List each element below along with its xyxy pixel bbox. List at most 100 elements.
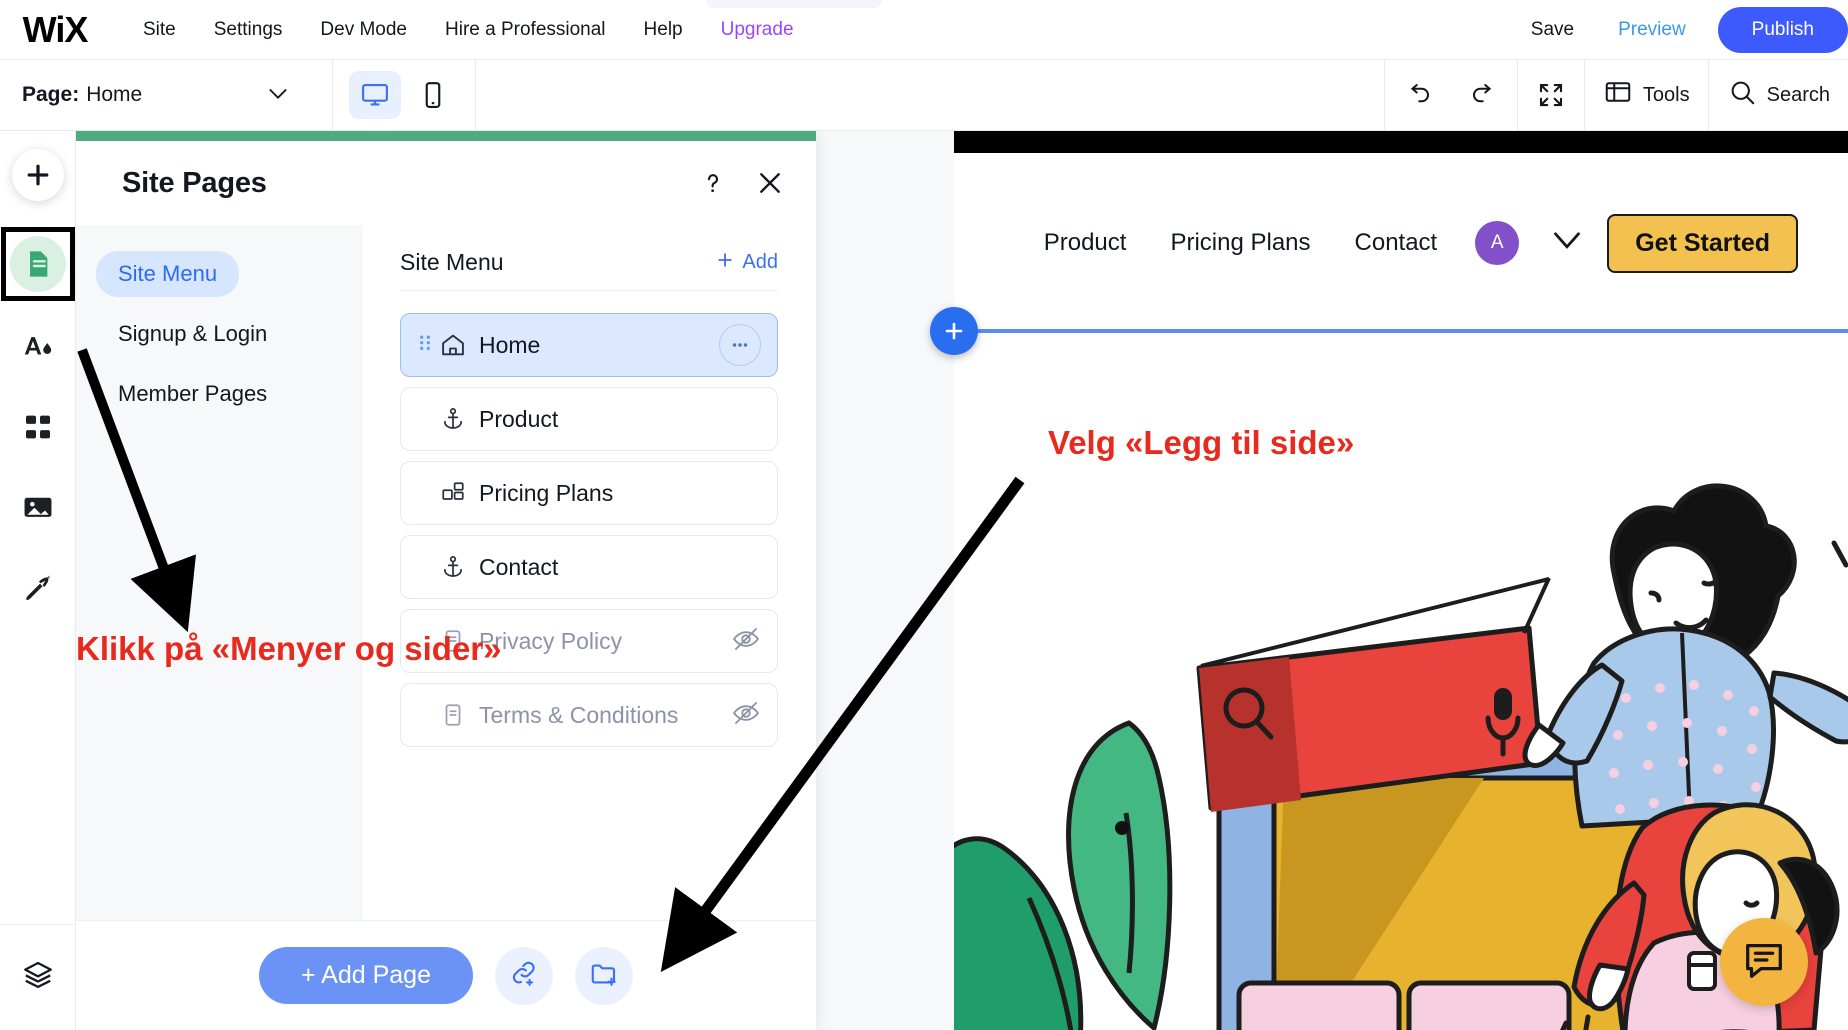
menu-item-hire-a-professional[interactable]: Hire a Professional bbox=[426, 0, 625, 60]
site-nav-product[interactable]: Product bbox=[1022, 229, 1149, 257]
hidden-indicator[interactable] bbox=[731, 624, 761, 659]
search-label: Search bbox=[1767, 84, 1830, 107]
site-pages-panel: Site Pages Site Menu Signup & Login Memb… bbox=[76, 131, 816, 1030]
table-row[interactable]: Home bbox=[400, 313, 778, 377]
page-name: Home bbox=[479, 332, 540, 359]
layers-icon bbox=[21, 958, 55, 997]
pen-icon bbox=[22, 571, 54, 608]
publish-button[interactable]: Publish bbox=[1718, 7, 1848, 53]
editor-stage: Product Pricing Plans Contact A Get Star… bbox=[816, 131, 1848, 1030]
anchor-icon bbox=[433, 554, 473, 580]
add-section-button[interactable] bbox=[930, 307, 978, 355]
page-name: Terms & Conditions bbox=[479, 702, 678, 729]
table-row[interactable]: Product bbox=[400, 387, 778, 451]
zoom-out-button[interactable] bbox=[1518, 60, 1584, 130]
site-nav-pricing-plans[interactable]: Pricing Plans bbox=[1148, 229, 1332, 257]
sidebar-item-member-pages[interactable]: Member Pages bbox=[96, 371, 289, 417]
tools-button[interactable]: Tools bbox=[1585, 60, 1708, 130]
panel-section-nav: Site Menu Signup & Login Member Pages bbox=[76, 225, 361, 920]
row-actions bbox=[719, 324, 761, 366]
add-link-button[interactable] bbox=[495, 947, 553, 1005]
rail-blog-button[interactable] bbox=[0, 549, 76, 629]
site-top-strip bbox=[954, 131, 1848, 153]
chat-icon bbox=[1741, 937, 1787, 988]
site-nav-contact[interactable]: Contact bbox=[1333, 229, 1460, 257]
annotation-text-1: Klikk på «Menyer og sider» bbox=[76, 630, 502, 668]
plus-icon bbox=[715, 250, 735, 276]
search-button[interactable]: Search bbox=[1709, 60, 1848, 130]
add-page-button[interactable]: + Add Page bbox=[259, 947, 473, 1004]
page-selector[interactable]: Page: Home bbox=[0, 60, 332, 130]
link-plus-icon bbox=[509, 958, 539, 993]
page-name: Product bbox=[479, 406, 558, 433]
page-selector-value: Home bbox=[86, 83, 142, 107]
eye-hidden-icon bbox=[731, 624, 761, 659]
drag-handle-icon[interactable] bbox=[417, 335, 433, 355]
redo-button[interactable] bbox=[1451, 60, 1517, 130]
menu-item-help[interactable]: Help bbox=[625, 0, 702, 60]
save-button[interactable]: Save bbox=[1509, 19, 1596, 41]
mobile-view-button[interactable] bbox=[407, 71, 459, 119]
top-menu: Site Settings Dev Mode Hire a Profession… bbox=[124, 0, 813, 60]
left-tool-rail bbox=[0, 131, 76, 1030]
preview-button[interactable]: Preview bbox=[1596, 19, 1708, 41]
question-mark-icon[interactable] bbox=[698, 168, 728, 198]
add-menu-item-button[interactable]: Add bbox=[715, 250, 778, 276]
panel-title: Site Pages bbox=[122, 167, 267, 200]
editor-toolbar: Page: Home bbox=[0, 60, 1848, 131]
desktop-view-button[interactable] bbox=[349, 71, 401, 119]
wix-logo[interactable]: WiX bbox=[14, 10, 96, 50]
site-canvas: Product Pricing Plans Contact A Get Star… bbox=[954, 153, 1848, 1030]
sidebar-item-site-menu[interactable]: Site Menu bbox=[96, 251, 239, 297]
panel-main-title: Site Menu bbox=[400, 249, 504, 276]
page-list: Home bbox=[400, 291, 778, 747]
annotation-text-2: Velg «Legg til side» bbox=[1048, 424, 1354, 462]
home-icon bbox=[433, 331, 473, 359]
plus-icon bbox=[12, 149, 64, 201]
rail-app-market-button[interactable] bbox=[0, 389, 76, 469]
close-icon[interactable] bbox=[754, 167, 786, 199]
rail-add-elements-button[interactable] bbox=[0, 131, 76, 219]
chat-widget-button[interactable] bbox=[1720, 918, 1808, 1006]
editor-top-bar: WiX Site Settings Dev Mode Hire a Profes… bbox=[0, 0, 1848, 60]
sidebar-item-signup-login[interactable]: Signup & Login bbox=[96, 311, 289, 357]
add-folder-button[interactable] bbox=[575, 947, 633, 1005]
panel-main: Site Menu Add bbox=[361, 225, 816, 920]
chevron-down-icon bbox=[264, 79, 292, 112]
rail-menus-and-pages-button[interactable] bbox=[0, 219, 76, 309]
menu-item-upgrade[interactable]: Upgrade bbox=[702, 0, 813, 60]
rail-my-uploads-button[interactable] bbox=[0, 469, 76, 549]
apps-icon bbox=[22, 411, 54, 448]
avatar[interactable]: A bbox=[1475, 221, 1519, 265]
pages-icon bbox=[10, 236, 66, 292]
theme-icon bbox=[20, 329, 56, 370]
hidden-indicator[interactable] bbox=[731, 698, 761, 733]
table-row[interactable]: Terms & Conditions bbox=[400, 683, 778, 747]
anchor-icon bbox=[433, 406, 473, 432]
site-header-nav: Product Pricing Plans Contact A Get Star… bbox=[954, 201, 1848, 285]
undo-button[interactable] bbox=[1385, 60, 1451, 130]
tools-icon bbox=[1603, 77, 1633, 113]
add-section-divider bbox=[954, 329, 1848, 333]
table-row[interactable]: Contact bbox=[400, 535, 778, 599]
viewport-toggles bbox=[333, 71, 475, 119]
page-name: Pricing Plans bbox=[479, 480, 613, 507]
panel-main-header: Site Menu Add bbox=[400, 225, 778, 291]
panel-header: Site Pages bbox=[76, 141, 816, 225]
table-row[interactable]: Pricing Plans bbox=[400, 461, 778, 525]
chevron-down-icon[interactable] bbox=[1549, 228, 1585, 259]
menus-and-pages-highlight bbox=[1, 227, 75, 301]
panel-footer: + Add Page bbox=[76, 920, 816, 1030]
menu-item-settings[interactable]: Settings bbox=[195, 0, 302, 60]
tools-label: Tools bbox=[1643, 84, 1690, 107]
menu-item-site[interactable]: Site bbox=[124, 0, 195, 60]
grid-icon bbox=[433, 480, 473, 506]
menu-item-dev-mode[interactable]: Dev Mode bbox=[301, 0, 426, 60]
document-icon bbox=[433, 702, 473, 728]
get-started-button[interactable]: Get Started bbox=[1607, 214, 1798, 273]
rail-site-design-button[interactable] bbox=[0, 309, 76, 389]
more-options-icon[interactable] bbox=[719, 324, 761, 366]
toolbar-right-actions: Tools Search bbox=[1384, 60, 1848, 130]
page-name: Contact bbox=[479, 554, 558, 581]
rail-layers-button[interactable] bbox=[0, 924, 76, 1030]
